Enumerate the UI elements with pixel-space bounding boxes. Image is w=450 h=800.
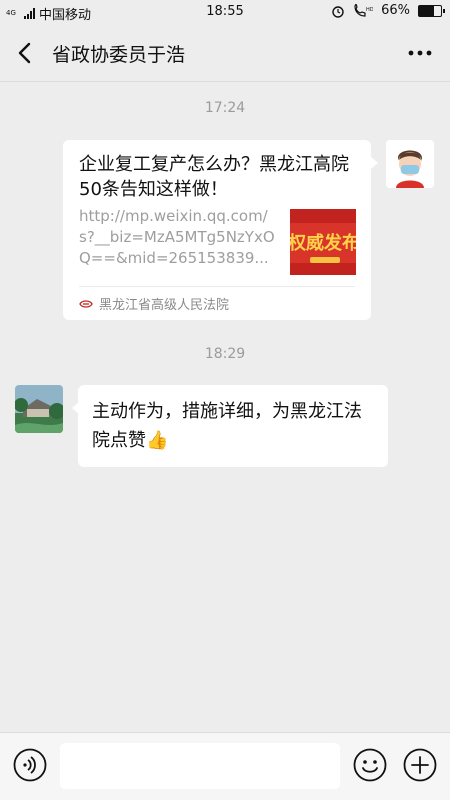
cartoon-avatar-icon — [386, 140, 434, 188]
battery-percent: 66% — [381, 3, 410, 18]
emoji-button[interactable] — [353, 748, 387, 782]
chat-title: 省政协委员于浩 — [52, 44, 186, 66]
link-card-thumbnail: 权威发布 — [290, 209, 356, 275]
text-message[interactable]: 主动作为，措施详细，为黑龙江法院点赞👍 — [78, 385, 388, 467]
message-timestamp: 17:24 — [204, 100, 246, 116]
source-name: 黑龙江省高级人民法院 — [99, 298, 230, 313]
more-options-button[interactable] — [406, 42, 434, 64]
message-timestamp: 18:29 — [204, 346, 246, 362]
back-button[interactable] — [12, 38, 40, 68]
status-bar: 4G 中国移动 18:55 HD 66% — [0, 0, 450, 24]
my-avatar[interactable] — [386, 140, 434, 188]
battery-fill — [419, 5, 434, 16]
status-right: HD 66% — [331, 3, 445, 18]
card-tail — [371, 157, 378, 169]
official-account-icon — [79, 299, 93, 308]
thumbnail-text: 权威发布 — [290, 232, 356, 254]
svg-text:HD: HD — [366, 7, 373, 13]
card-divider — [79, 286, 355, 287]
link-card-title: 企业复工复产怎么办？黑龙江高院50条告知这样做！ — [79, 154, 349, 200]
link-card-message[interactable]: 企业复工复产怎么办？黑龙江高院50条告知这样做！ http://mp.weixi… — [63, 140, 371, 320]
nav-bar: 省政协委员于浩 — [0, 24, 450, 82]
chat-area[interactable]: 17:24 企业复工复产怎么办？黑龙江高院50条告知这样做！ http://mp… — [0, 82, 450, 732]
more-functions-button[interactable] — [403, 748, 437, 782]
plus-icon — [403, 748, 437, 782]
message-input[interactable] — [60, 743, 340, 789]
contact-avatar[interactable] — [15, 385, 63, 433]
input-bar — [0, 732, 450, 800]
link-card-source: 黑龙江省高级人民法院 — [79, 294, 229, 313]
volte-call-icon: HD — [354, 3, 373, 17]
thumbnail-graphic: 权威发布 — [290, 209, 356, 275]
emoji-icon — [353, 748, 387, 782]
battery-icon — [418, 4, 445, 17]
landscape-avatar-icon — [15, 385, 63, 433]
voice-button[interactable] — [13, 748, 47, 782]
chevron-left-icon — [18, 42, 31, 64]
voice-icon — [13, 748, 47, 782]
alarm-icon — [332, 5, 344, 18]
more-dots-icon — [408, 50, 432, 56]
link-card-url: http://mp.weixin.qq.com/s?__biz=MzA5MTg5… — [79, 207, 275, 267]
